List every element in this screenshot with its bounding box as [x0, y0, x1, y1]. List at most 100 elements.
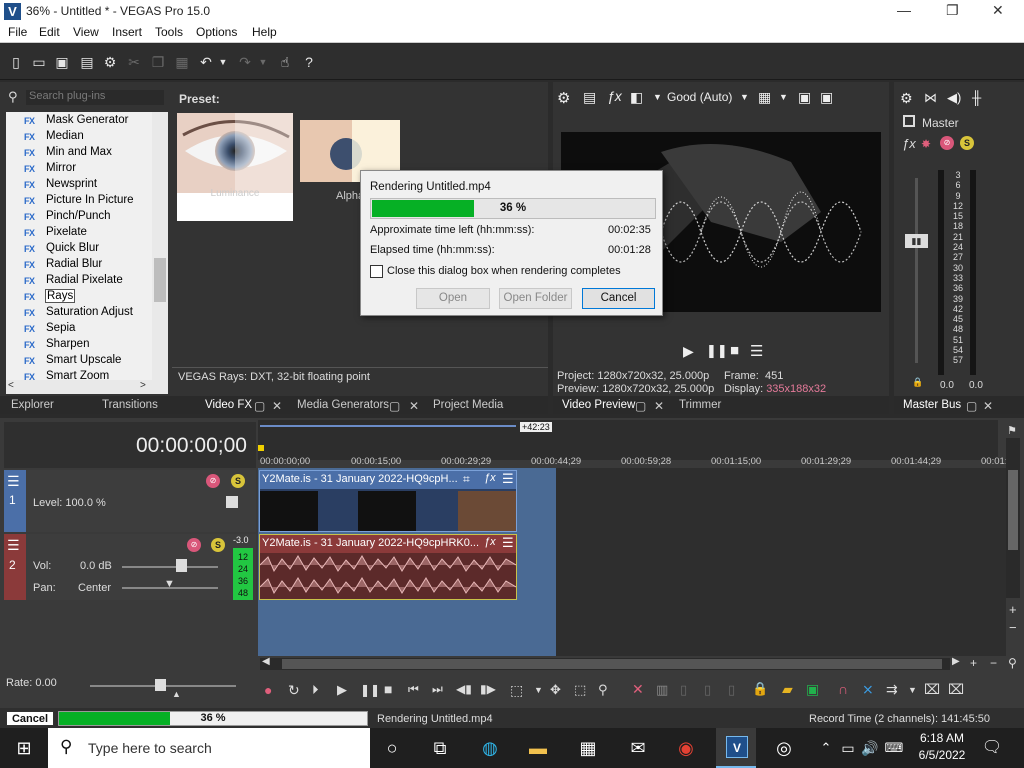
delete-icon[interactable]: ✕ — [632, 681, 644, 698]
plugin-list-scrollbar[interactable] — [152, 112, 168, 380]
tab-transitions[interactable]: Transitions — [102, 399, 158, 411]
clip-menu-icon[interactable]: ☰ — [502, 535, 514, 551]
list-item[interactable]: FX Mirror — [24, 160, 76, 176]
master-fader-track[interactable] — [915, 178, 918, 363]
next-frame-icon[interactable]: ▮▶ — [480, 682, 496, 696]
scroll-left-icon[interactable]: ◀ — [262, 656, 270, 667]
list-item[interactable]: FX Smart Upscale — [24, 352, 121, 368]
trim-start-icon[interactable]: ▯ — [680, 682, 687, 698]
zoom-out-icon[interactable]: − — [990, 656, 997, 670]
menu-edit[interactable]: Edit — [39, 25, 60, 39]
scroll-left-icon[interactable]: < — [8, 380, 14, 391]
solo-icon[interactable]: S — [231, 474, 245, 488]
track-menu-icon[interactable]: ☰ — [7, 473, 20, 490]
audio-event-clip[interactable]: Y2Mate.is - 31 January 2022-HQ9cpHRK0...… — [259, 534, 517, 600]
level-slider-handle[interactable] — [226, 496, 238, 508]
list-item[interactable]: FX Quick Blur — [24, 240, 99, 256]
loop-region-bar[interactable] — [260, 425, 516, 427]
video-fx-icon[interactable]: ƒx — [607, 88, 622, 104]
preset-luminance[interactable]: Luminance — [177, 113, 293, 221]
chevron-down-icon[interactable]: ▼ — [908, 685, 917, 695]
language-icon[interactable]: ⌨ — [882, 736, 906, 760]
pause-icon[interactable]: ❚❚ — [706, 343, 728, 359]
list-item-selected[interactable]: FX Rays — [24, 288, 76, 304]
menu-view[interactable]: View — [73, 25, 99, 39]
go-to-start-icon[interactable]: ⏮ — [408, 682, 419, 697]
list-item[interactable]: FX Newsprint — [24, 176, 97, 192]
preview-quality-select[interactable]: Good (Auto) — [667, 90, 732, 104]
close-tab-icon[interactable]: ✕ — [272, 399, 282, 413]
menu-insert[interactable]: Insert — [112, 25, 142, 39]
save-snapshot-icon[interactable]: ▣ — [820, 89, 833, 106]
clock-date[interactable]: 6/5/2022 — [912, 748, 972, 762]
envelope-tool-icon[interactable]: ✥ — [550, 682, 561, 698]
menu-help[interactable]: Help — [252, 25, 277, 39]
lock-icon[interactable]: 🔒 — [912, 377, 923, 388]
list-item[interactable]: FX Median — [24, 128, 84, 144]
preview-menu-icon[interactable]: ☰ — [750, 342, 763, 360]
play-from-start-icon[interactable]: ⏵ — [312, 682, 319, 698]
play-icon[interactable]: ▶ — [337, 682, 347, 698]
microsoft-store-icon[interactable]: ▦ — [576, 736, 600, 760]
maximize-icon[interactable]: ❐ — [946, 2, 959, 19]
video-event-clip[interactable]: Y2Mate.is - 31 January 2022-HQ9cpH... ⌗ … — [259, 470, 517, 532]
vol-slider-handle[interactable] — [176, 559, 187, 572]
record-icon[interactable]: ● — [264, 682, 272, 698]
clip-menu-icon[interactable]: ☰ — [502, 471, 514, 487]
paste-icon[interactable]: ▦ — [173, 53, 191, 71]
selection-tool-icon[interactable]: ⬚ — [574, 682, 586, 698]
list-item[interactable]: FX Min and Max — [24, 144, 112, 160]
pause-icon[interactable]: ❚❚ — [360, 683, 380, 697]
auto-ripple-icon[interactable]: ⇉ — [886, 681, 898, 698]
notifications-icon[interactable]: 🗨 — [980, 736, 1004, 760]
solo-icon[interactable]: S — [960, 136, 974, 150]
undo-dropdown-icon[interactable]: ▼ — [218, 53, 228, 71]
list-item[interactable]: FX Mask Generator — [24, 112, 128, 128]
master-fx-icon[interactable]: ƒx — [902, 136, 916, 151]
downmix-icon[interactable]: ⋈ — [924, 90, 937, 106]
cortana-icon[interactable]: ○ — [380, 736, 404, 760]
undo-icon[interactable]: ↶ — [197, 53, 215, 71]
list-item[interactable]: FX Sepia — [24, 320, 75, 336]
marker-bar-icon[interactable]: ⚑ — [1007, 424, 1017, 437]
cut-icon[interactable]: ✂ — [125, 53, 143, 71]
menu-tools[interactable]: Tools — [155, 25, 183, 39]
automation-icon[interactable]: ✸ — [921, 137, 931, 151]
zoom-in-vertical-icon[interactable]: + — [1009, 602, 1017, 617]
redo-dropdown-icon[interactable]: ▼ — [258, 53, 268, 71]
ignore-event-grouping-icon[interactable]: ⌧ — [948, 681, 964, 698]
task-view-icon[interactable]: ⧉ — [428, 736, 452, 760]
region-icon[interactable]: ▣ — [806, 681, 819, 698]
network-icon[interactable]: ▭ — [836, 736, 860, 760]
file-explorer-icon[interactable]: ▬ — [526, 736, 550, 760]
event-fx-icon[interactable]: ƒx — [484, 472, 496, 484]
help-icon[interactable]: ? — [300, 53, 318, 71]
cancel-render-status-button[interactable]: Cancel — [6, 711, 54, 726]
chevron-down-icon[interactable]: ▼ — [779, 92, 788, 102]
trim-icon[interactable]: ▥ — [656, 682, 668, 698]
search-plugins-input[interactable]: Search plug-ins — [26, 90, 164, 105]
close-tab-icon[interactable]: ✕ — [409, 399, 419, 413]
undock-icon[interactable]: ▢ — [966, 399, 977, 413]
save-icon[interactable]: ▣ — [53, 53, 71, 71]
windows-start-icon[interactable]: ⊞ — [12, 736, 36, 760]
render-as-icon[interactable]: ▤ — [78, 53, 96, 71]
zoom-out-vertical-icon[interactable]: − — [1009, 620, 1017, 635]
cursor-marker[interactable] — [258, 445, 264, 451]
scrollbar-thumb[interactable] — [282, 659, 942, 669]
obs-studio-icon[interactable]: ◎ — [772, 736, 796, 760]
split-screen-icon[interactable]: ◧ — [630, 89, 643, 106]
chevron-down-icon[interactable]: ▼ — [740, 92, 749, 102]
volume-icon[interactable]: 🔊 — [858, 736, 882, 760]
trim-end-icon[interactable]: ▯ — [704, 682, 711, 698]
list-item[interactable]: FX Pinch/Punch — [24, 208, 111, 224]
copy-snapshot-icon[interactable]: ▣ — [798, 89, 811, 106]
list-item[interactable]: FX Radial Blur — [24, 256, 102, 272]
clock-time[interactable]: 6:18 AM — [916, 731, 968, 745]
zoom-in-icon[interactable]: + — [970, 656, 977, 670]
stop-icon[interactable]: ■ — [730, 342, 739, 359]
taskbar-vegas-active[interactable]: V — [716, 728, 756, 768]
menu-options[interactable]: Options — [196, 25, 237, 39]
tab-media-generators[interactable]: Media Generators — [297, 399, 389, 411]
close-tab-icon[interactable]: ✕ — [983, 399, 993, 413]
